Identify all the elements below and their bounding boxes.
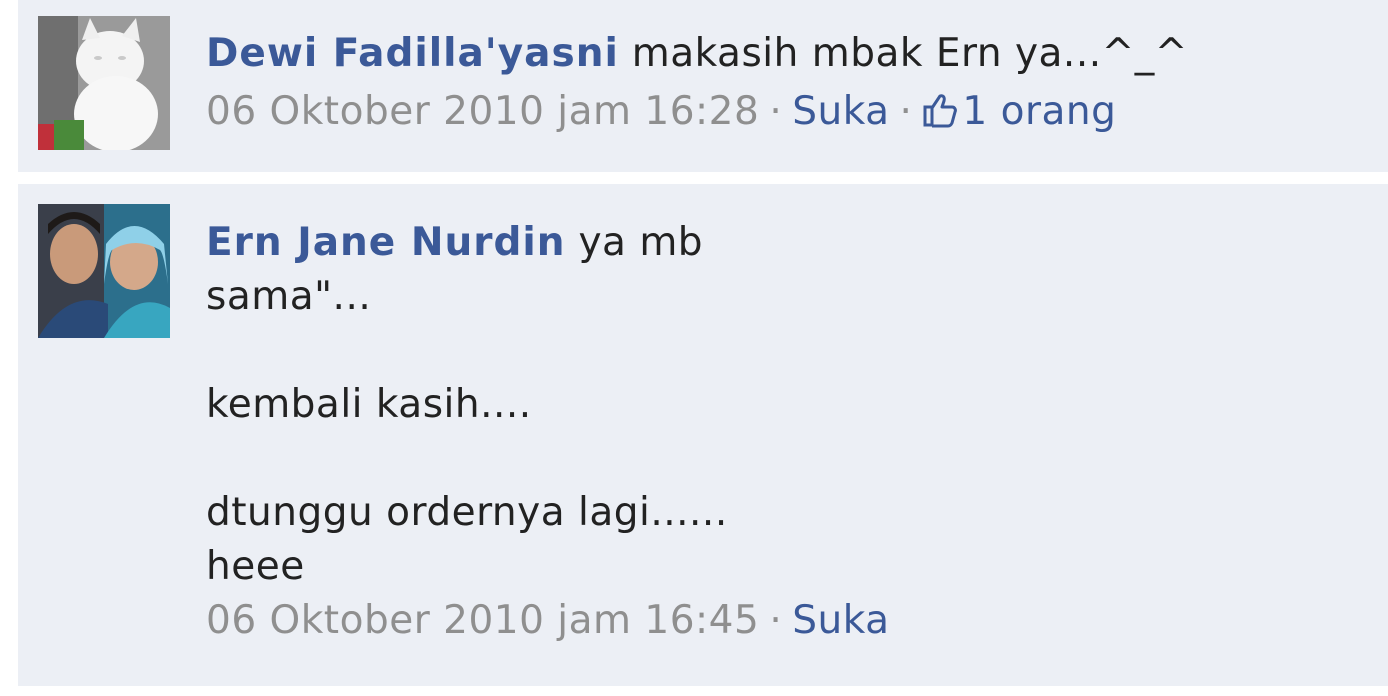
like-count-link[interactable]: 1 orang bbox=[922, 89, 1116, 134]
separator: · bbox=[769, 598, 783, 643]
couple-photo-avatar-icon bbox=[38, 204, 170, 338]
comment-timestamp[interactable]: 06 Oktober 2010 jam 16:28 bbox=[206, 89, 759, 134]
separator: · bbox=[769, 89, 783, 134]
white-cat-avatar-icon bbox=[38, 16, 170, 150]
comment-meta: 06 Oktober 2010 jam 16:45 · Suka bbox=[206, 594, 1368, 648]
comment-item: Ern Jane Nurdin ya mb sama"... kembali k… bbox=[18, 184, 1388, 686]
like-link[interactable]: Suka bbox=[792, 89, 889, 134]
comment-timestamp[interactable]: 06 Oktober 2010 jam 16:45 bbox=[206, 598, 759, 643]
separator: · bbox=[899, 89, 913, 134]
comment-text: ya mb sama"... kembali kasih.... dtunggu… bbox=[206, 220, 728, 589]
like-count: 1 orang bbox=[962, 89, 1117, 134]
avatar[interactable] bbox=[38, 204, 170, 338]
like-link[interactable]: Suka bbox=[792, 598, 889, 643]
thumbs-up-icon bbox=[922, 89, 958, 143]
avatar[interactable] bbox=[38, 16, 170, 150]
comment-item: Dewi Fadilla'yasni makasih mbak Ern ya..… bbox=[18, 0, 1388, 172]
comment-meta: 06 Oktober 2010 jam 16:28 · Suka · 1 orang bbox=[206, 85, 1368, 143]
comment-text: makasih mbak Ern ya...^_^ bbox=[631, 31, 1188, 76]
comment-author-link[interactable]: Dewi Fadilla'yasni bbox=[206, 31, 619, 76]
comment-author-link[interactable]: Ern Jane Nurdin bbox=[206, 220, 566, 265]
